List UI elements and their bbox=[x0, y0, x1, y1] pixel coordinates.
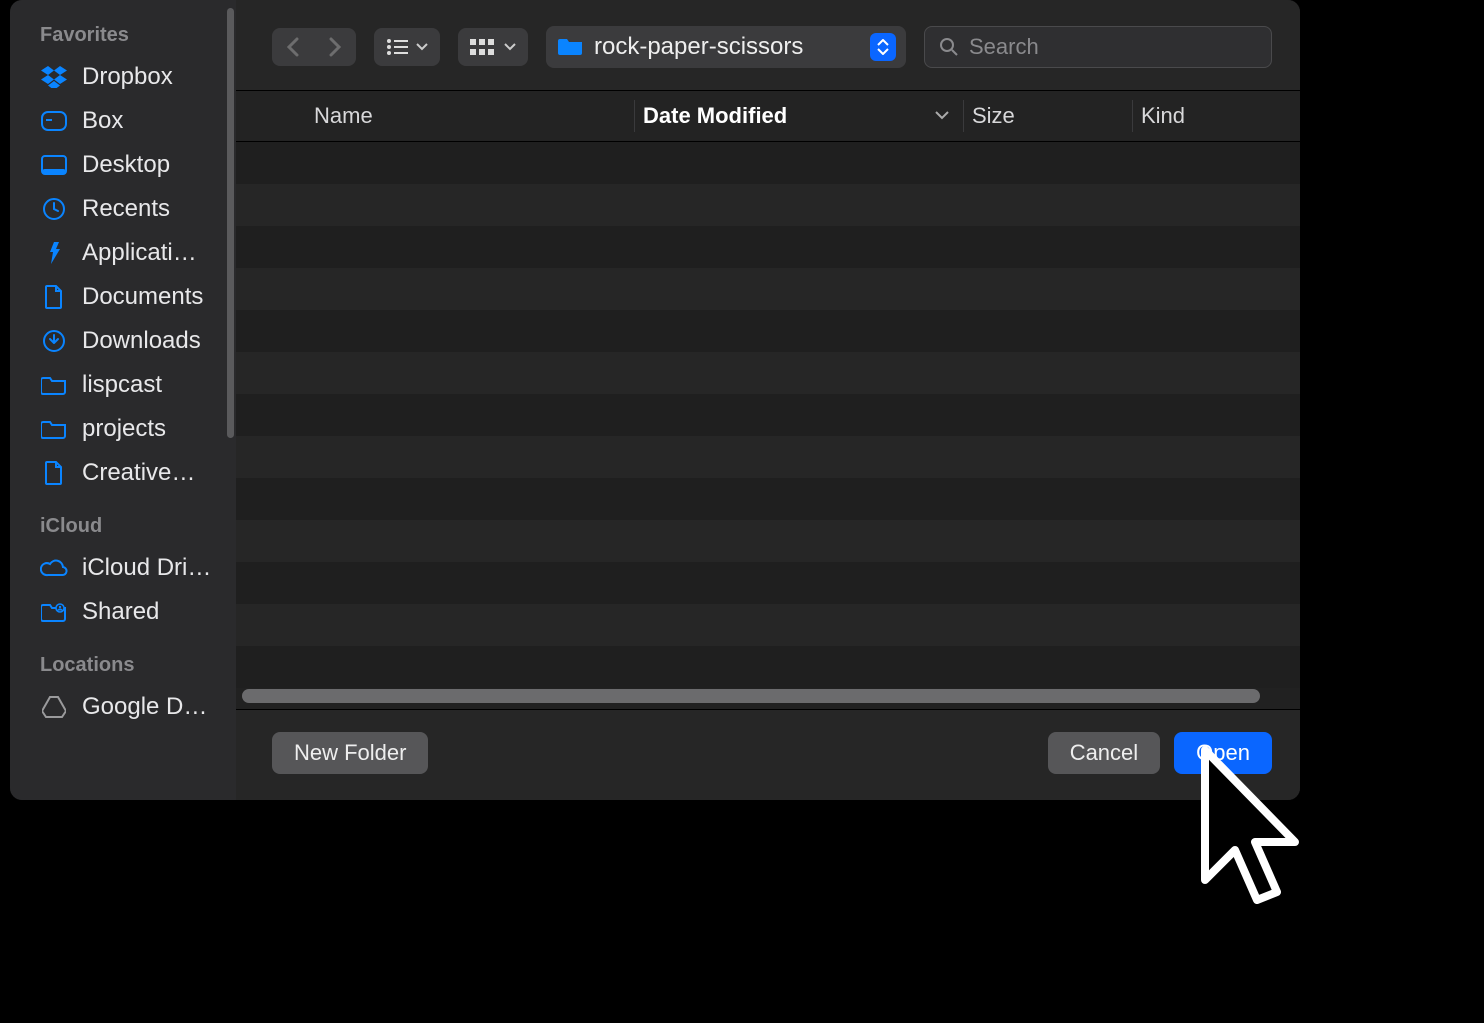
column-divider bbox=[1132, 100, 1133, 132]
sidebar-item-label: Recents bbox=[82, 195, 170, 223]
folder-icon bbox=[40, 373, 68, 397]
sidebar-item-label: Box bbox=[82, 107, 123, 135]
view-group-button[interactable] bbox=[458, 28, 528, 66]
sidebar-item-desktop[interactable]: Desktop bbox=[10, 143, 236, 187]
forward-button[interactable] bbox=[314, 28, 356, 66]
chevron-down-icon bbox=[504, 43, 516, 51]
sidebar-item-label: lispcast bbox=[82, 371, 162, 399]
column-name-label: Name bbox=[314, 103, 373, 129]
disk-icon bbox=[40, 109, 68, 133]
chevron-down-icon bbox=[416, 43, 428, 51]
new-folder-button[interactable]: New Folder bbox=[272, 732, 428, 774]
sidebar-item-label: Downloads bbox=[82, 327, 201, 355]
column-divider bbox=[963, 100, 964, 132]
file-list[interactable] bbox=[236, 142, 1300, 709]
folder-icon bbox=[40, 417, 68, 441]
section-header-favorites: Favorites bbox=[10, 18, 236, 55]
view-list-button[interactable] bbox=[374, 28, 440, 66]
shared-folder-icon bbox=[40, 600, 68, 624]
updown-stepper-icon bbox=[870, 33, 896, 61]
sidebar-item-dropbox[interactable]: Dropbox bbox=[10, 55, 236, 99]
sidebar-item-label: projects bbox=[82, 415, 166, 443]
folder-path-dropdown[interactable]: rock-paper-scissors bbox=[546, 26, 906, 68]
column-divider bbox=[634, 100, 635, 132]
search-field[interactable] bbox=[924, 26, 1272, 68]
sidebar-item-label: Google D… bbox=[82, 693, 207, 721]
folder-path-label: rock-paper-scissors bbox=[594, 33, 860, 61]
clock-icon bbox=[40, 197, 68, 221]
sidebar-item-label: Documents bbox=[82, 283, 203, 311]
gdrive-icon bbox=[40, 695, 68, 719]
sidebar-item-lispcast[interactable]: lispcast bbox=[10, 363, 236, 407]
document-icon bbox=[40, 461, 68, 485]
chevron-right-icon bbox=[328, 37, 342, 57]
open-dialog: Favorites Dropbox Box Desktop Recents bbox=[10, 0, 1300, 800]
document-icon bbox=[40, 285, 68, 309]
sidebar-item-label: Shared bbox=[82, 598, 159, 626]
apps-icon bbox=[40, 241, 68, 265]
cancel-button[interactable]: Cancel bbox=[1048, 732, 1160, 774]
file-list-background bbox=[236, 142, 1300, 709]
dropbox-icon bbox=[40, 65, 68, 89]
desktop-icon bbox=[40, 153, 68, 177]
back-button[interactable] bbox=[272, 28, 314, 66]
grid-icon bbox=[470, 39, 496, 55]
toolbar: rock-paper-scissors bbox=[236, 0, 1300, 90]
sidebar-item-applications[interactable]: Applicati… bbox=[10, 231, 236, 275]
sidebar-scrollbar[interactable] bbox=[227, 8, 234, 438]
section-header-locations: Locations bbox=[10, 648, 236, 685]
sidebar-item-label: iCloud Dri… bbox=[82, 554, 211, 582]
search-icon bbox=[939, 37, 959, 57]
cloud-icon bbox=[40, 556, 68, 580]
chevron-left-icon bbox=[286, 37, 300, 57]
sidebar-item-google-drive[interactable]: Google D… bbox=[10, 685, 236, 729]
sidebar-item-icloud-drive[interactable]: iCloud Dri… bbox=[10, 546, 236, 590]
sidebar-item-creative[interactable]: Creative… bbox=[10, 451, 236, 495]
column-name[interactable]: Name bbox=[314, 103, 634, 129]
sidebar-item-recents[interactable]: Recents bbox=[10, 187, 236, 231]
main-pane: rock-paper-scissors Name Date Modified S… bbox=[236, 0, 1300, 800]
sidebar-item-label: Creative… bbox=[82, 459, 195, 487]
list-icon bbox=[386, 39, 408, 55]
download-icon bbox=[40, 329, 68, 353]
column-size[interactable]: Size bbox=[972, 103, 1132, 129]
column-kind[interactable]: Kind bbox=[1141, 103, 1261, 129]
sidebar-item-downloads[interactable]: Downloads bbox=[10, 319, 236, 363]
section-header-icloud: iCloud bbox=[10, 509, 236, 546]
sidebar-item-documents[interactable]: Documents bbox=[10, 275, 236, 319]
column-date-label: Date Modified bbox=[643, 103, 787, 129]
dialog-footer: New Folder Cancel Open bbox=[236, 709, 1300, 800]
search-input[interactable] bbox=[969, 34, 1257, 60]
chevron-down-icon bbox=[935, 111, 949, 121]
folder-icon bbox=[558, 36, 584, 58]
open-button[interactable]: Open bbox=[1174, 732, 1272, 774]
nav-buttons bbox=[272, 28, 356, 66]
column-headers: Name Date Modified Size Kind bbox=[236, 90, 1300, 142]
sidebar-item-shared[interactable]: Shared bbox=[10, 590, 236, 634]
column-date-modified[interactable]: Date Modified bbox=[643, 103, 963, 129]
sidebar-item-label: Dropbox bbox=[82, 63, 173, 91]
horizontal-scrollbar[interactable] bbox=[242, 689, 1260, 703]
column-size-label: Size bbox=[972, 103, 1015, 129]
sidebar-item-box[interactable]: Box bbox=[10, 99, 236, 143]
sidebar: Favorites Dropbox Box Desktop Recents bbox=[10, 0, 236, 800]
column-kind-label: Kind bbox=[1141, 103, 1185, 129]
sidebar-item-label: Applicati… bbox=[82, 239, 197, 267]
sidebar-item-projects[interactable]: projects bbox=[10, 407, 236, 451]
sidebar-item-label: Desktop bbox=[82, 151, 170, 179]
